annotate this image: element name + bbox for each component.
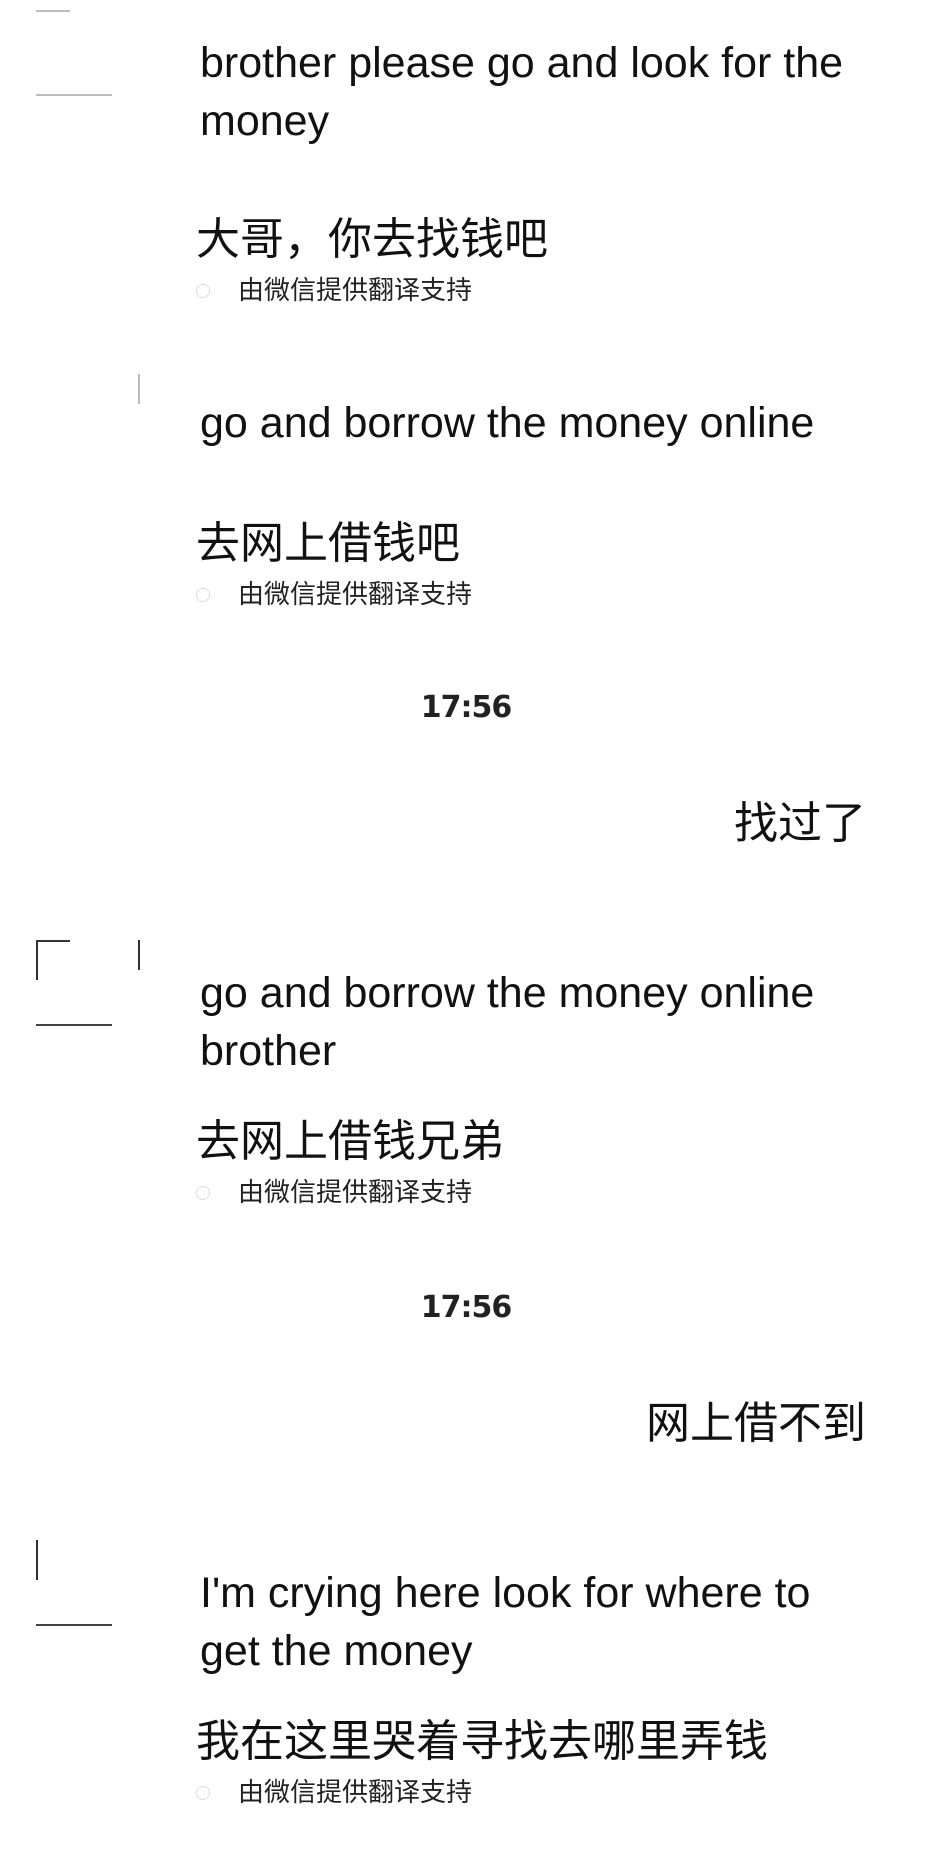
translation-provider: 由微信提供翻译支持 <box>196 1176 472 1210</box>
message-text: go and borrow the money online brother <box>200 969 815 1075</box>
avatar-frame <box>36 1624 112 1626</box>
avatar[interactable] <box>36 1540 140 1626</box>
avatar[interactable] <box>36 10 140 96</box>
translation-text: 去网上借钱吧 <box>196 518 460 569</box>
incoming-message[interactable]: I'm crying here look for where to get th… <box>0 1540 932 1850</box>
translation-text: 去网上借钱兄弟 <box>196 1116 504 1167</box>
outgoing-message[interactable]: 找过了 <box>734 796 866 852</box>
message-text: brother please go and look for the money <box>200 39 844 145</box>
translation-text: 我在这里哭着寻找去哪里弄钱 <box>196 1716 768 1767</box>
outgoing-message[interactable]: 网上借不到 <box>646 1396 866 1452</box>
avatar-frame <box>36 940 70 942</box>
avatar-frame <box>138 374 140 404</box>
message-text: I'm crying here look for where to get th… <box>200 1569 811 1675</box>
translate-icon <box>196 588 210 602</box>
translation-provider-label: 由微信提供翻译支持 <box>238 1778 473 1808</box>
translation-provider: 由微信提供翻译支持 <box>196 1776 472 1810</box>
message-timestamp: 17:56 <box>420 690 513 725</box>
translate-icon <box>196 1186 210 1200</box>
avatar-frame <box>36 1540 38 1580</box>
translation-text: 大哥，你去找钱吧 <box>196 214 548 265</box>
avatar-frame <box>36 940 38 980</box>
avatar-frame <box>138 940 140 970</box>
translate-icon <box>196 284 210 298</box>
message-timestamp: 17:56 <box>420 1290 513 1325</box>
avatar-frame <box>36 94 112 96</box>
translation-provider: 由微信提供翻译支持 <box>196 274 472 308</box>
message-text: go and borrow the money online <box>200 399 815 447</box>
translation-provider: 由微信提供翻译支持 <box>196 578 472 612</box>
translate-icon <box>196 1786 210 1800</box>
translation-provider-label: 由微信提供翻译支持 <box>238 1178 473 1208</box>
avatar[interactable] <box>36 940 140 1026</box>
incoming-message[interactable]: go and borrow the money online brother 去… <box>0 940 932 1240</box>
translation-provider-label: 由微信提供翻译支持 <box>238 580 473 610</box>
avatar-frame <box>36 10 70 12</box>
translation-provider-label: 由微信提供翻译支持 <box>238 276 473 306</box>
avatar[interactable] <box>36 374 140 460</box>
avatar-frame <box>36 1024 112 1026</box>
incoming-message[interactable]: brother please go and look for the money… <box>0 0 932 310</box>
incoming-message[interactable]: go and borrow the money online 去网上借钱吧 由微… <box>0 370 932 620</box>
